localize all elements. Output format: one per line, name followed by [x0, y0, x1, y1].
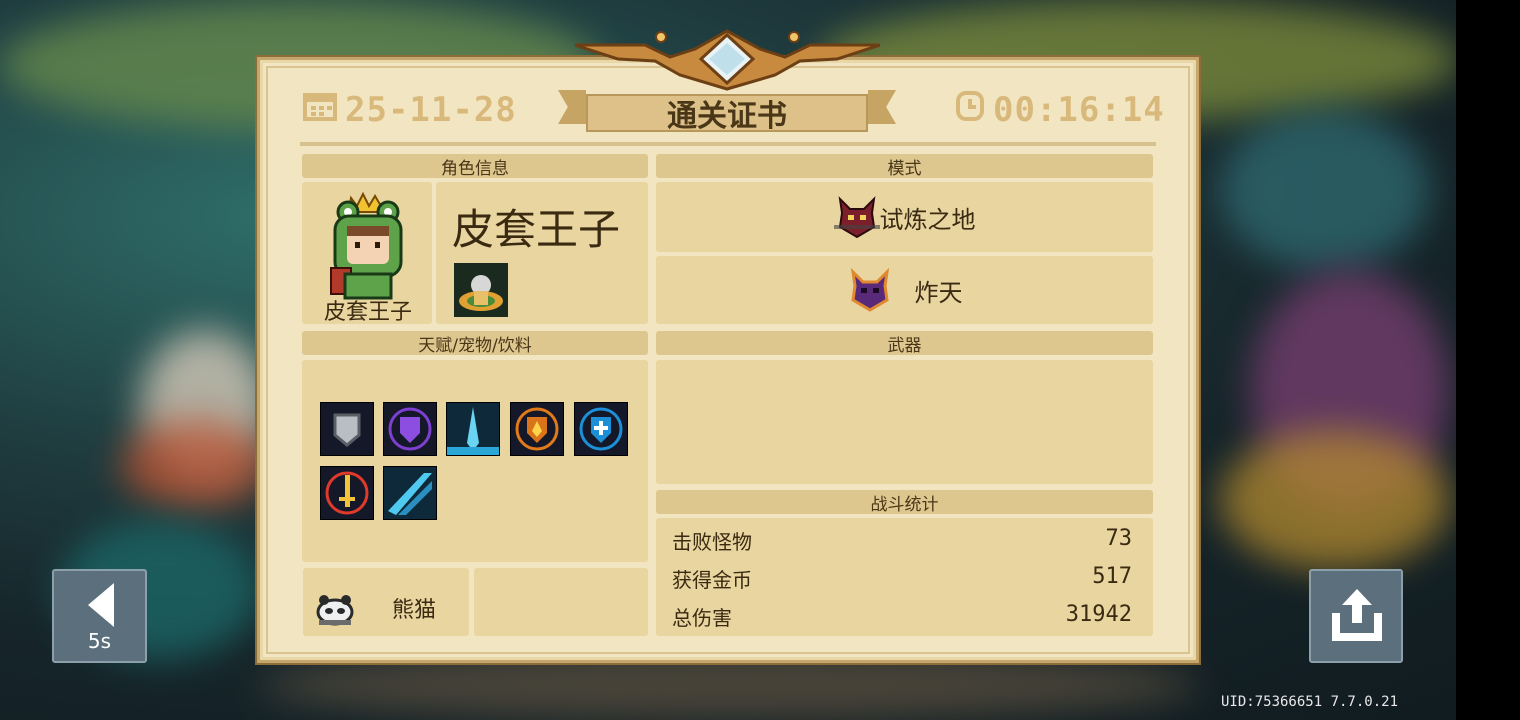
pet-name: 熊猫	[392, 598, 437, 623]
demon-horned-icon	[833, 196, 880, 239]
talent-shield-fire-icon[interactable]	[510, 402, 564, 456]
talent-diagonal-blade-icon[interactable]	[383, 466, 437, 520]
stat-label: 总伤害	[672, 606, 732, 630]
stat-value: 31942	[1065, 602, 1132, 627]
talent-sword-red-icon[interactable]	[320, 466, 374, 520]
stat-value: 517	[1092, 564, 1132, 589]
talent-shield-gray-icon[interactable]	[320, 402, 374, 456]
date-text: 25-11-28	[345, 90, 517, 130]
ribbon-tail-left	[558, 90, 586, 124]
drink-panel	[474, 568, 648, 636]
time-text: 00:16:14	[993, 90, 1165, 130]
section-battle-stats: 战斗统计	[656, 490, 1153, 515]
section-character-info: 角色信息	[302, 154, 648, 179]
certificate-title: 通关证书	[586, 94, 868, 134]
uid-version: UID:75366651 7.7.0.21	[1221, 694, 1399, 710]
mode-boom-label: 炸天	[914, 278, 963, 307]
calendar-icon	[303, 90, 337, 130]
talent-shield-purple-icon[interactable]	[383, 402, 437, 456]
section-weapons: 武器	[656, 331, 1153, 356]
clock-icon	[955, 90, 985, 131]
demon-horned-purple-icon	[850, 268, 889, 312]
character-name-label: 皮套王子	[323, 300, 412, 325]
arrow-left-icon	[88, 583, 114, 627]
share-button[interactable]	[1309, 569, 1403, 663]
stat-value: 73	[1105, 526, 1133, 551]
stat-row-damage: 总伤害 31942	[672, 602, 1132, 631]
share-icon	[1332, 589, 1382, 641]
mode-row-trial: 试炼之地	[656, 192, 1153, 242]
clear-time: 00:16:14	[955, 90, 1165, 130]
stat-label: 获得金币	[672, 568, 752, 592]
talents-panel	[302, 360, 648, 562]
title-banner: 通关证书	[556, 88, 898, 134]
stat-row-gold: 获得金币 517	[672, 564, 1132, 593]
character-name-title: 皮套王子	[452, 205, 621, 254]
mode-trial-label: 试炼之地	[879, 205, 976, 234]
header-divider	[300, 142, 1156, 146]
back-countdown: 5s	[87, 629, 112, 653]
stat-row-kills: 击败怪物 73	[672, 526, 1132, 555]
back-button[interactable]: 5s	[52, 569, 147, 663]
section-mode: 模式	[656, 154, 1153, 179]
character-skin-icon	[454, 263, 508, 317]
screen-edge	[1456, 0, 1520, 720]
winged-crest-icon	[575, 29, 880, 91]
clear-date: 25-11-28	[303, 90, 517, 130]
ribbon-tail-right	[868, 90, 896, 124]
talent-shield-cross-icon[interactable]	[574, 402, 628, 456]
mode-row-boom: 炸天	[656, 264, 1153, 316]
section-talents: 天赋/宠物/饮料	[302, 331, 648, 356]
talent-arrow-blue-icon[interactable]	[446, 402, 500, 456]
weapons-panel	[656, 360, 1153, 484]
stat-label: 击败怪物	[672, 530, 752, 554]
panda-icon	[316, 595, 354, 626]
